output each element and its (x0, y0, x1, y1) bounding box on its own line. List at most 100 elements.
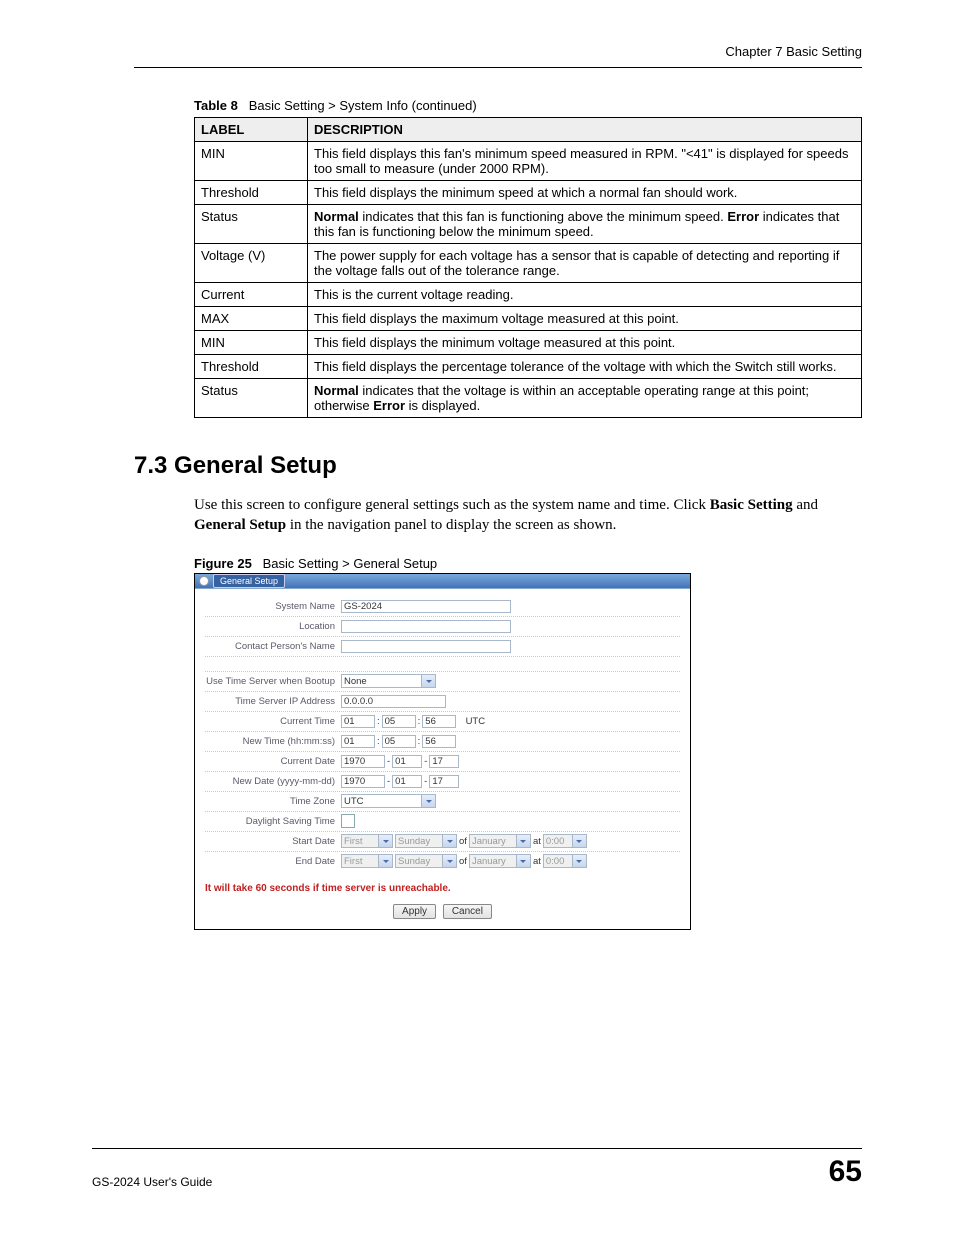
current-time-s[interactable]: 56 (422, 715, 456, 728)
cell-label: Threshold (195, 181, 308, 205)
th-label: LABEL (195, 118, 308, 142)
table-row: CurrentThis is the current voltage readi… (195, 283, 862, 307)
table-row: ThresholdThis field displays the percent… (195, 355, 862, 379)
label-new-date: New Date (yyyy-mm-dd) (205, 776, 341, 787)
start-of-text: of (459, 836, 467, 847)
start-day-select[interactable]: Sunday (395, 834, 457, 848)
label-use-time-server: Use Time Server when Bootup (205, 676, 341, 687)
cell-label: Status (195, 379, 308, 418)
cell-description: Normal indicates that this fan is functi… (308, 205, 862, 244)
dst-checkbox[interactable] (341, 814, 355, 828)
start-ord-select[interactable]: First (341, 834, 393, 848)
apply-button[interactable]: Apply (393, 904, 436, 919)
current-date-y[interactable]: 1970 (341, 755, 385, 768)
current-time-h[interactable]: 01 (341, 715, 375, 728)
use-time-server-select[interactable]: None (341, 674, 436, 688)
cell-label: Threshold (195, 355, 308, 379)
end-month-select[interactable]: January (469, 854, 531, 868)
new-date-y[interactable]: 1970 (341, 775, 385, 788)
end-ord-select[interactable]: First (341, 854, 393, 868)
label-current-time: Current Time (205, 716, 341, 727)
current-date-m[interactable]: 01 (392, 755, 422, 768)
cancel-button[interactable]: Cancel (443, 904, 492, 919)
end-of-text: of (459, 856, 467, 867)
figure-caption: Figure 25 Basic Setting > General Setup (194, 556, 862, 571)
label-new-time: New Time (hh:mm:ss) (205, 736, 341, 747)
cell-description: This field displays the minimum voltage … (308, 331, 862, 355)
cell-label: Status (195, 205, 308, 244)
cell-label: MIN (195, 142, 308, 181)
location-input[interactable] (341, 620, 511, 633)
table-row: Voltage (V)The power supply for each vol… (195, 244, 862, 283)
label-dst: Daylight Saving Time (205, 816, 341, 827)
end-time-select[interactable]: 0:00 (543, 854, 587, 868)
new-time-m[interactable]: 05 (382, 735, 416, 748)
chevron-down-icon (378, 855, 392, 867)
figure-general-setup: General Setup System Name GS-2024 Locati… (194, 573, 691, 930)
cell-label: MIN (195, 331, 308, 355)
chevron-down-icon (421, 795, 435, 807)
cell-description: This field displays the percentage toler… (308, 355, 862, 379)
system-name-input[interactable]: GS-2024 (341, 600, 511, 613)
chevron-down-icon (516, 835, 530, 847)
titlebar-dot-icon (199, 576, 209, 586)
chevron-down-icon (378, 835, 392, 847)
figure-titlebar: General Setup (195, 574, 690, 589)
label-time-zone: Time Zone (205, 796, 341, 807)
table-row: MINThis field displays this fan's minimu… (195, 142, 862, 181)
cell-description: This field displays the maximum voltage … (308, 307, 862, 331)
new-time-h[interactable]: 01 (341, 735, 375, 748)
label-system-name: System Name (205, 601, 341, 612)
cell-description: This field displays this fan's minimum s… (308, 142, 862, 181)
start-at-text: at (533, 836, 541, 847)
new-date-d[interactable]: 17 (429, 775, 459, 788)
current-date-d[interactable]: 17 (429, 755, 459, 768)
chevron-down-icon (442, 855, 456, 867)
contact-input[interactable] (341, 640, 511, 653)
current-time-suffix: UTC (466, 716, 486, 727)
label-contact: Contact Person's Name (205, 641, 341, 652)
table-caption: Table 8 Basic Setting > System Info (con… (194, 98, 862, 113)
label-time-server-ip: Time Server IP Address (205, 696, 341, 707)
table-caption-prefix: Table 8 (194, 98, 238, 113)
figure-caption-text: Basic Setting > General Setup (263, 556, 438, 571)
table-row: MAXThis field displays the maximum volta… (195, 307, 862, 331)
cell-description: This is the current voltage reading. (308, 283, 862, 307)
start-month-select[interactable]: January (469, 834, 531, 848)
cell-label: Voltage (V) (195, 244, 308, 283)
current-time-m[interactable]: 05 (382, 715, 416, 728)
chevron-down-icon (572, 855, 586, 867)
time-zone-select[interactable]: UTC (341, 794, 436, 808)
end-day-select[interactable]: Sunday (395, 854, 457, 868)
section-title: 7.3 General Setup (134, 452, 862, 480)
label-start-date: Start Date (205, 836, 341, 847)
chevron-down-icon (442, 835, 456, 847)
section-body-text: Use this screen to configure general set… (194, 495, 862, 536)
table-row: ThresholdThis field displays the minimum… (195, 181, 862, 205)
page-number: 65 (829, 1155, 862, 1189)
figure-warning: It will take 60 seconds if time server i… (195, 877, 690, 904)
time-server-ip-input[interactable]: 0.0.0.0 (341, 695, 446, 708)
table-row: MINThis field displays the minimum volta… (195, 331, 862, 355)
label-end-date: End Date (205, 856, 341, 867)
cell-description: The power supply for each voltage has a … (308, 244, 862, 283)
label-location: Location (205, 621, 341, 632)
system-info-table: LABEL DESCRIPTION MINThis field displays… (194, 117, 862, 418)
cell-description: Normal indicates that the voltage is wit… (308, 379, 862, 418)
footer-guide: GS-2024 User's Guide (92, 1175, 212, 1189)
start-time-select[interactable]: 0:00 (543, 834, 587, 848)
cell-label: Current (195, 283, 308, 307)
figure-titlebar-label: General Setup (213, 574, 285, 588)
cell-description: This field displays the minimum speed at… (308, 181, 862, 205)
chevron-down-icon (516, 855, 530, 867)
table-caption-text: Basic Setting > System Info (continued) (249, 98, 477, 113)
chevron-down-icon (572, 835, 586, 847)
cell-label: MAX (195, 307, 308, 331)
figure-caption-prefix: Figure 25 (194, 556, 252, 571)
table-row: StatusNormal indicates that the voltage … (195, 379, 862, 418)
new-date-m[interactable]: 01 (392, 775, 422, 788)
new-time-s[interactable]: 56 (422, 735, 456, 748)
end-at-text: at (533, 856, 541, 867)
table-row: StatusNormal indicates that this fan is … (195, 205, 862, 244)
chevron-down-icon (421, 675, 435, 687)
